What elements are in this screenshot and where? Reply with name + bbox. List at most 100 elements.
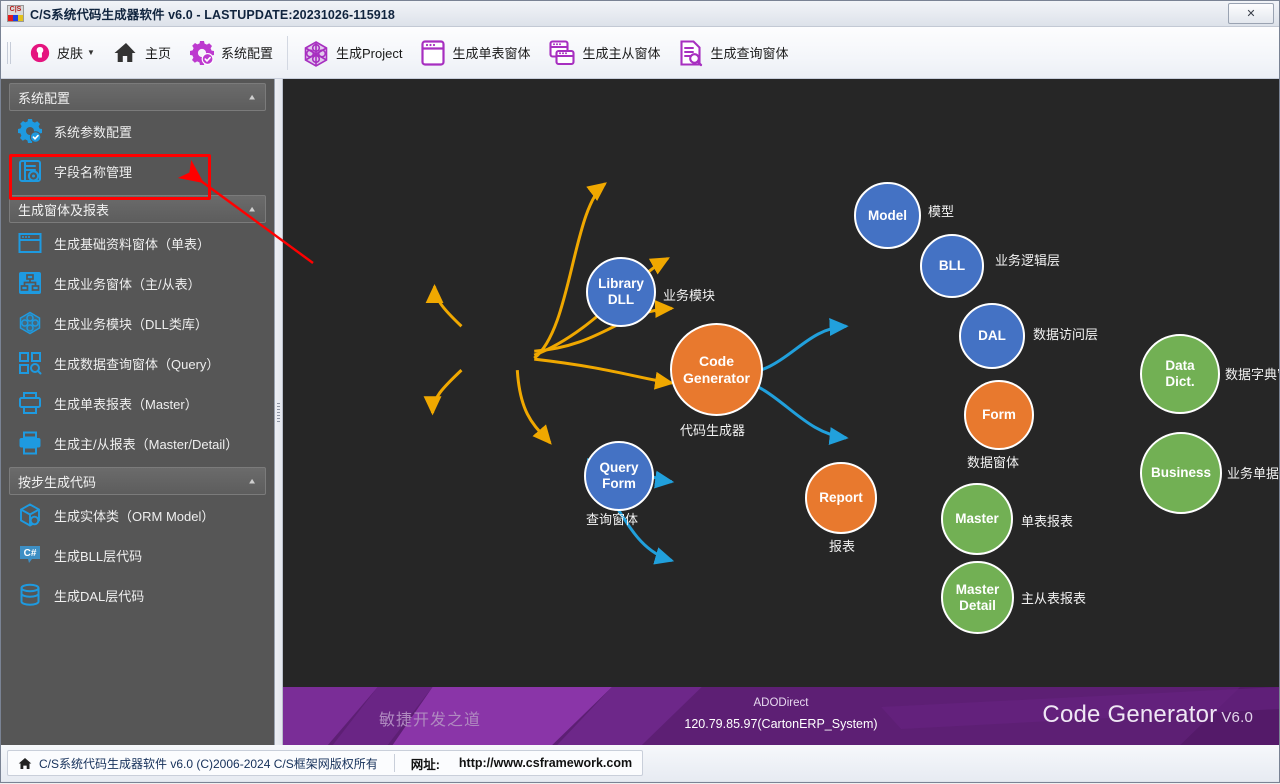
diagram-node-query-form[interactable]: Query Form	[584, 441, 654, 511]
diagram-caption-master-detail: 主从表报表	[1021, 591, 1087, 606]
sidebar-item-label: 生成单表报表（Master）	[54, 396, 198, 412]
node-label: Query Form	[599, 460, 639, 491]
diagram-node-code-generator[interactable]: Code Generator	[670, 323, 763, 416]
gear-check-icon	[189, 40, 214, 65]
node-label: Model	[868, 207, 907, 223]
query-window-icon	[680, 39, 703, 66]
toolbar-label: 皮肤	[57, 46, 84, 61]
cube-icon	[304, 40, 328, 67]
diagram-node-model[interactable]: Model	[854, 182, 921, 249]
application-window: C|S C/S系统代码生成器软件 v6.0 - LASTUPDATE:20231…	[0, 0, 1280, 783]
toolbar-button-generate-query-form[interactable]: 生成查询窗体	[669, 31, 797, 75]
module-icon	[19, 311, 41, 335]
status-bar: C/S系统代码生成器软件 v6.0 (C)2006-2024 C/S框架网版权所…	[1, 745, 1279, 781]
toolbar-label: 生成单表窗体	[452, 46, 531, 61]
nav-group-header-system-config[interactable]: 系统配置 ▲	[9, 83, 266, 111]
database-icon	[20, 583, 40, 606]
node-label: Data Dict.	[1165, 358, 1195, 389]
nav-group-title: 按步生成代码	[18, 474, 97, 490]
diagram-caption-dal: 数据访问层	[1033, 327, 1099, 342]
sidebar-item-generate-bll-code[interactable]: C# 生成BLL层代码	[1, 535, 274, 575]
diagram-node-master[interactable]: Master	[941, 483, 1013, 555]
sidebar-item-field-name-management[interactable]: 字段名称管理	[1, 151, 274, 191]
diagram-node-data-dict[interactable]: Data Dict.	[1140, 334, 1220, 414]
banner-brand-name: Code Generator	[1042, 701, 1218, 728]
diagram-caption-data-dict: 数据字典窗体	[1225, 367, 1279, 382]
diagram-node-dal[interactable]: DAL	[959, 303, 1025, 369]
printer-icon	[19, 392, 41, 414]
hierarchy-icon	[19, 272, 41, 294]
diagram-caption-form: 数据窗体	[967, 455, 1020, 470]
diagram-node-form[interactable]: Form	[964, 380, 1034, 450]
toolbar-button-generate-project[interactable]: 生成Project	[293, 31, 411, 75]
sidebar-item-label: 生成主/从报表（Master/Detail）	[54, 436, 239, 452]
diagram-caption-master: 单表报表	[1021, 514, 1074, 529]
sidebar-item-label: 字段名称管理	[54, 164, 133, 180]
sidebar-item-generate-dll-module[interactable]: 生成业务模块（DLL类库）	[1, 303, 274, 343]
diagram-node-report[interactable]: Report	[805, 462, 877, 534]
diagram-node-master-detail[interactable]: Master Detail	[941, 561, 1014, 634]
splitter-grip-icon	[277, 402, 280, 422]
title-bar: C|S C/S系统代码生成器软件 v6.0 - LASTUPDATE:20231…	[1, 1, 1279, 27]
home-icon	[18, 757, 32, 769]
diagram-caption-model: 模型	[928, 204, 955, 219]
toolbar-button-system-config[interactable]: 系统配置	[180, 31, 282, 75]
sidebar-item-system-params[interactable]: 系统参数配置	[1, 111, 274, 151]
cube-outline-icon	[20, 503, 40, 527]
node-label: Business	[1150, 465, 1212, 480]
sidebar-item-generate-query-form[interactable]: 生成数据查询窗体（Query）	[1, 343, 274, 383]
diagram-canvas: Model 模型 BLL 业务逻辑层 DAL 数据访问层 Library DLL…	[283, 79, 1279, 745]
nav-group-header-step-by-step[interactable]: 按步生成代码 ▲	[9, 467, 266, 495]
close-button[interactable]: ✕	[1228, 3, 1274, 24]
main-toolbar: 皮肤 ▼ 主页 系统配置 生成Project 生成单表窗体 生成主从窗体 生成查…	[1, 27, 1279, 79]
nav-group-header-generate-forms-reports[interactable]: 生成窗体及报表 ▲	[9, 195, 266, 223]
app-logo-icon: C|S	[7, 5, 24, 22]
toolbar-label: 系统配置	[220, 46, 273, 61]
chevron-down-icon: ▼	[87, 48, 95, 57]
nav-group-title: 系统配置	[18, 90, 71, 106]
diagram-node-library-dll[interactable]: Library DLL	[586, 257, 656, 327]
sidebar-splitter[interactable]	[275, 79, 283, 745]
node-label: Library DLL	[598, 276, 644, 307]
sidebar-item-label: 生成DAL层代码	[54, 588, 145, 604]
toolbar-button-generate-master-detail-form[interactable]: 生成主从窗体	[539, 31, 669, 75]
query-grid-icon	[19, 352, 42, 375]
sidebar-item-label: 生成数据查询窗体（Query）	[54, 356, 220, 372]
navigation-sidebar: 系统配置 ▲ 系统参数配置 字段名称管理 生成窗体及报表 ▲ 生成基础资料窗体（…	[1, 79, 275, 745]
toolbar-button-home[interactable]: 主页	[104, 31, 180, 75]
nav-group-title: 生成窗体及报表	[18, 202, 110, 218]
node-label: Master	[955, 511, 999, 526]
status-url-value[interactable]: http://www.csframework.com	[459, 756, 632, 770]
close-icon: ✕	[1246, 8, 1256, 20]
sidebar-item-generate-business-form[interactable]: 生成业务窗体（主/从表）	[1, 263, 274, 303]
toolbar-label: 主页	[144, 46, 171, 61]
node-label: Report	[819, 490, 863, 505]
chevron-up-icon: ▲	[247, 204, 257, 214]
diagram-node-business[interactable]: Business	[1140, 432, 1222, 514]
toolbar-grip[interactable]	[7, 40, 16, 66]
app-logo-text: C|S	[9, 6, 22, 13]
node-label: Master Detail	[955, 581, 1000, 613]
toolbar-label: 生成Project	[335, 46, 403, 61]
status-separator	[393, 754, 395, 772]
banner-brand-version: V6.0	[1221, 709, 1253, 726]
status-banner: 敏捷开发之道 ADODirect 120.79.85.97(CartonERP_…	[283, 687, 1279, 745]
toolbar-button-generate-single-form[interactable]: 生成单表窗体	[411, 31, 539, 75]
body-area: 系统配置 ▲ 系统参数配置 字段名称管理 生成窗体及报表 ▲ 生成基础资料窗体（…	[1, 79, 1279, 745]
sidebar-item-generate-dal-code[interactable]: 生成DAL层代码	[1, 575, 274, 615]
master-detail-window-icon	[549, 39, 576, 65]
diagram-node-bll[interactable]: BLL	[920, 234, 984, 298]
toolbar-button-skin[interactable]: 皮肤 ▼	[20, 31, 104, 75]
node-label: Form	[982, 407, 1016, 422]
field-settings-icon	[19, 160, 41, 182]
sidebar-item-generate-master-report[interactable]: 生成单表报表（Master）	[1, 383, 274, 423]
chevron-up-icon: ▲	[247, 476, 257, 486]
status-url-label: 网址:	[410, 757, 440, 772]
sidebar-item-generate-orm-model[interactable]: 生成实体类（ORM Model）	[1, 495, 274, 535]
status-copyright-panel: C/S系统代码生成器软件 v6.0 (C)2006-2024 C/S框架网版权所…	[7, 750, 644, 776]
diagram-caption-bll: 业务逻辑层	[995, 253, 1061, 268]
diagram-caption-library-dll: 业务模块	[663, 288, 716, 303]
sidebar-item-generate-basic-form[interactable]: 生成基础资料窗体（单表）	[1, 223, 274, 263]
sidebar-item-generate-master-detail-report[interactable]: 生成主/从报表（Master/Detail）	[1, 423, 274, 463]
sidebar-item-label: 生成业务窗体（主/从表）	[54, 276, 201, 292]
